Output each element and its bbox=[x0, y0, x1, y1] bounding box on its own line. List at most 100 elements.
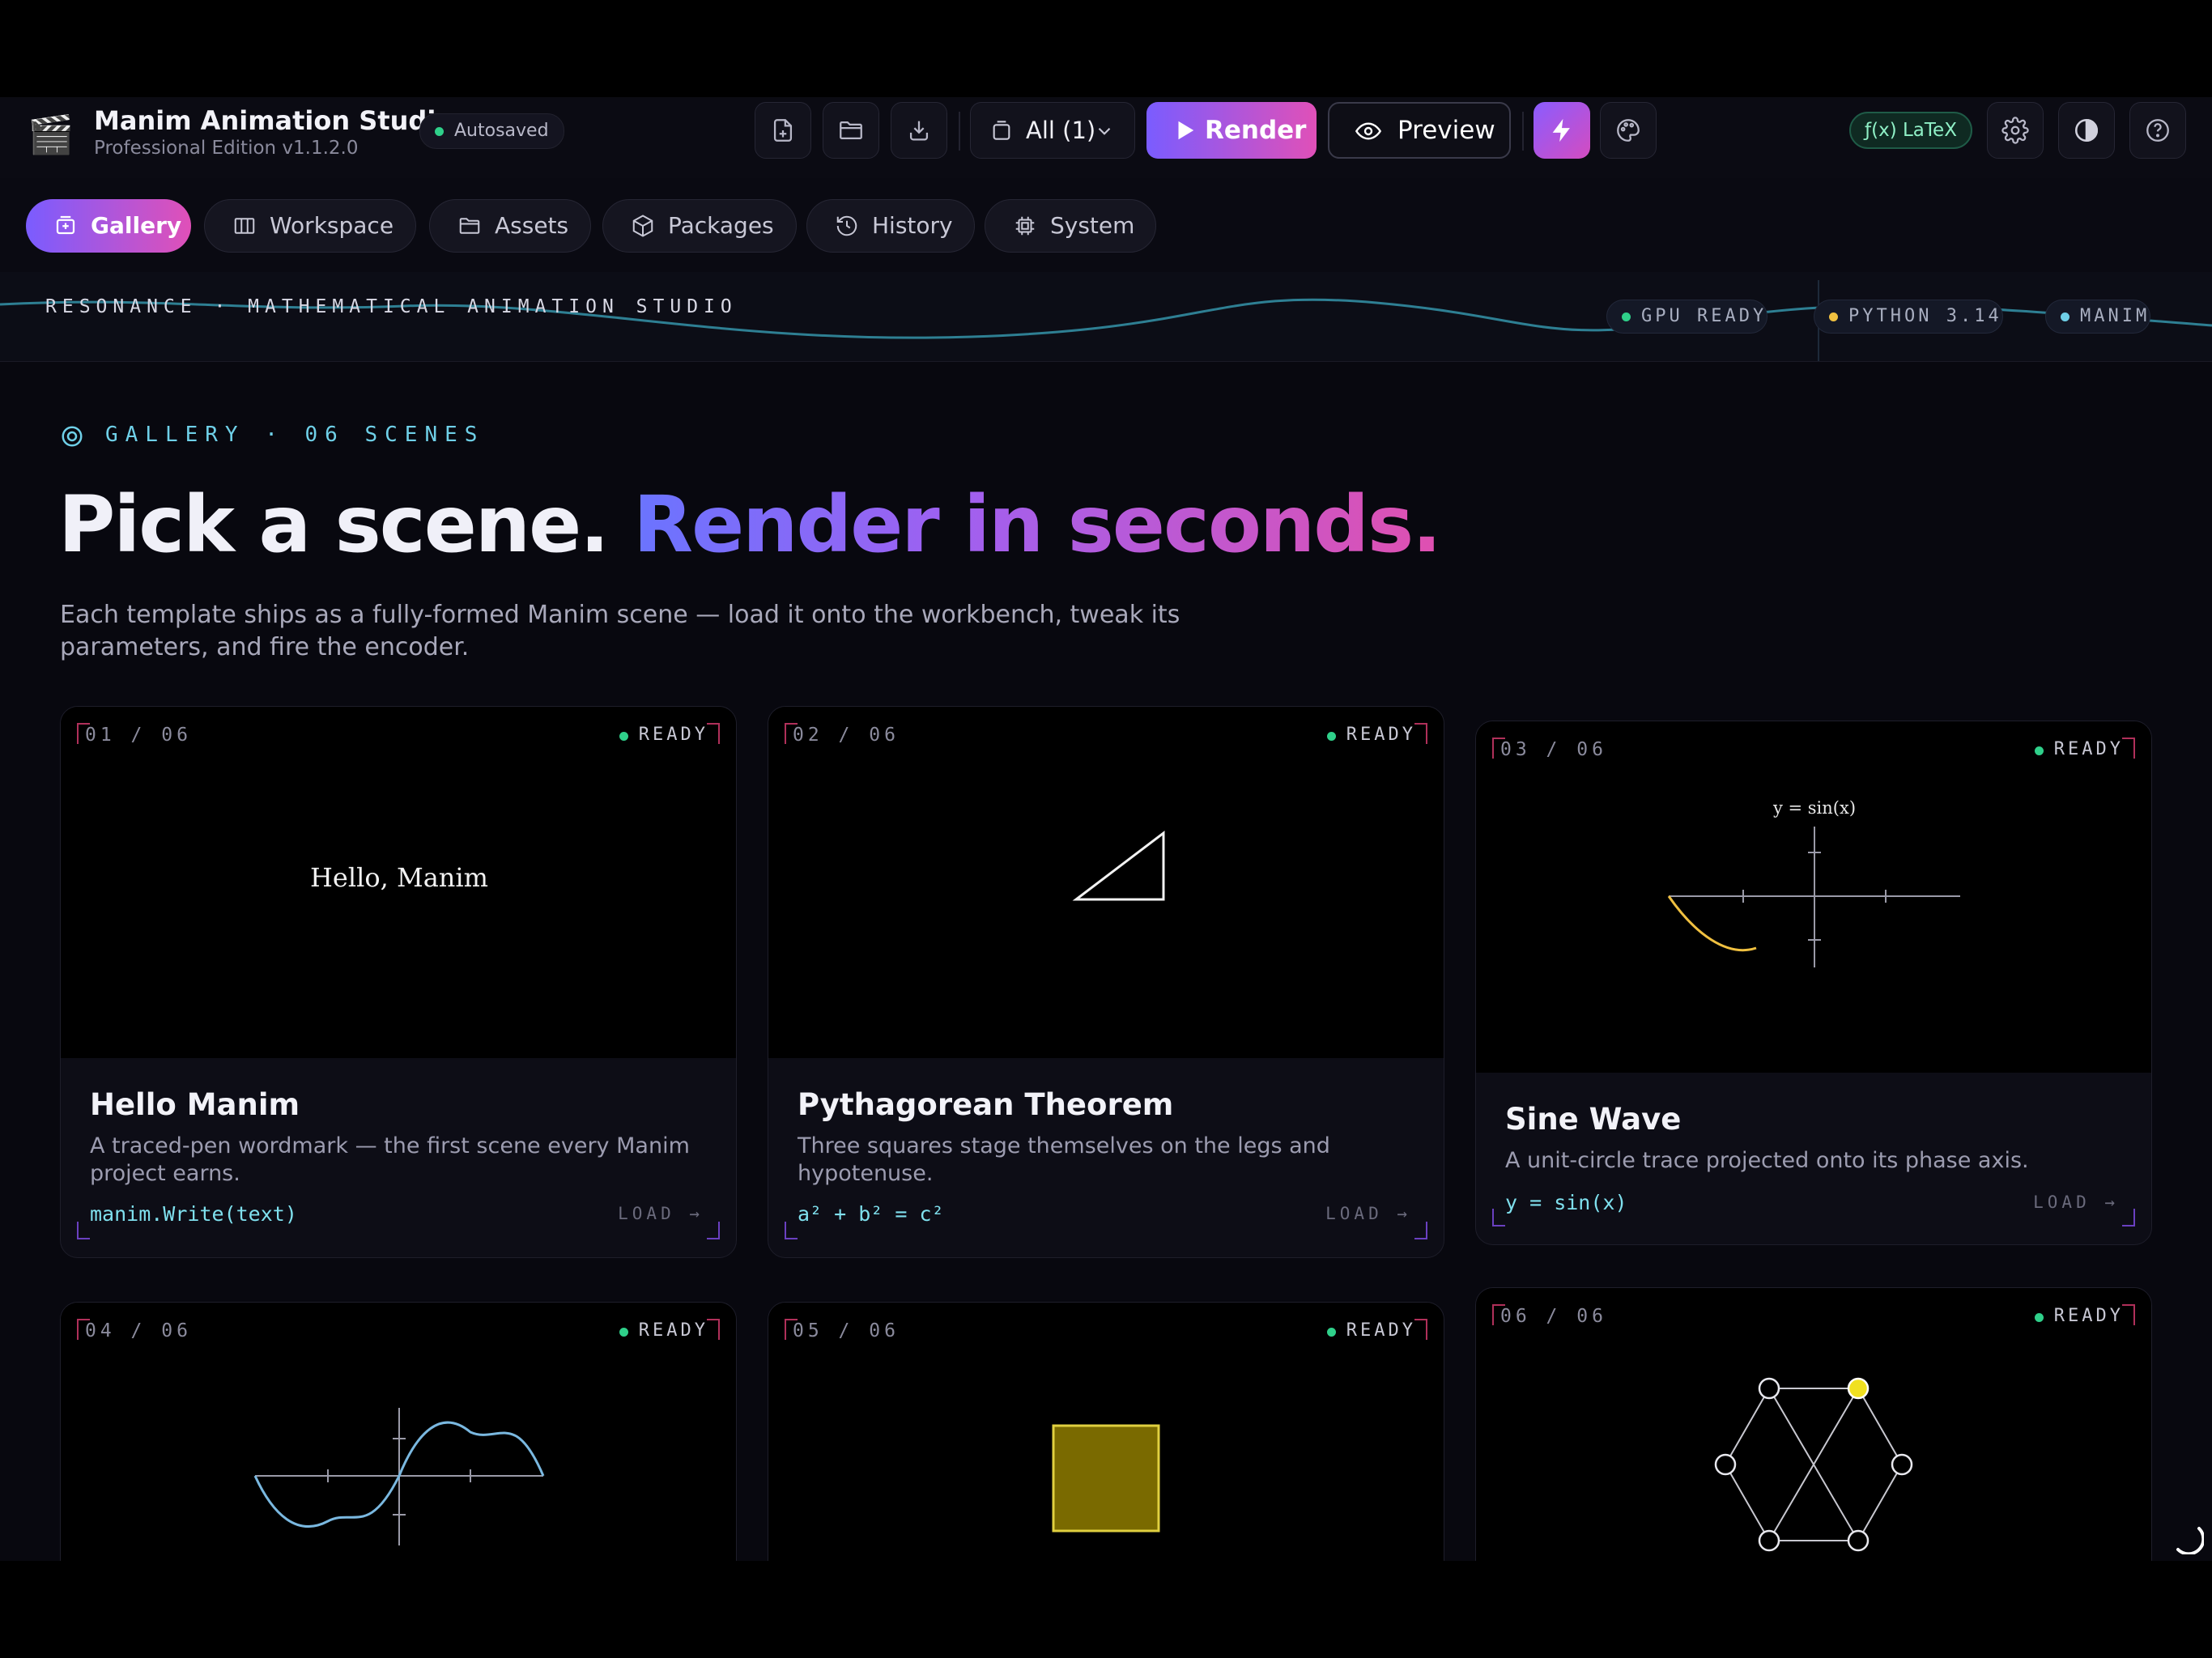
render-button[interactable]: Render bbox=[1146, 102, 1317, 159]
scene-preview-art bbox=[1714, 1377, 1913, 1552]
status-dot bbox=[2061, 312, 2069, 321]
contrast-toggle-button[interactable] bbox=[2058, 102, 2115, 159]
scene-index: 02 / 06 bbox=[793, 725, 900, 746]
scene-preview bbox=[768, 707, 1444, 1058]
gpu-status-label: GPU READY bbox=[1641, 306, 1767, 326]
help-button[interactable] bbox=[2129, 102, 2186, 159]
save-button[interactable] bbox=[891, 102, 947, 159]
frame-corner bbox=[1414, 1319, 1427, 1340]
columns-icon bbox=[234, 218, 255, 234]
sine-trace bbox=[1667, 895, 1757, 952]
status-dot bbox=[435, 127, 444, 136]
load-button[interactable]: LOAD → bbox=[618, 1204, 704, 1223]
status-badge: READY bbox=[2034, 739, 2124, 759]
tab-workspace[interactable]: Workspace bbox=[204, 199, 416, 253]
tab-gallery[interactable]: Gallery bbox=[26, 199, 191, 253]
open-folder-button[interactable] bbox=[823, 102, 879, 159]
studio-banner: RESONANCE · MATHEMATICAL ANIMATION STUDI… bbox=[0, 272, 2212, 362]
top-bar: 🎬 Manim Animation Studio Professional Ed… bbox=[0, 97, 2212, 179]
frame-corner bbox=[1492, 1209, 1505, 1226]
theme-palette-button[interactable] bbox=[1600, 102, 1657, 159]
quick-render-button[interactable] bbox=[1534, 102, 1590, 159]
app-edition: Professional Edition v1.1.2.0 bbox=[94, 138, 359, 159]
scene-code-snippet: manim.Write(text) bbox=[90, 1202, 297, 1226]
status-label: READY bbox=[1346, 1320, 1416, 1341]
scene-card-sine-wave[interactable]: y = sin(x) 03 / 06 READY Sine Wave A uni… bbox=[1475, 721, 2152, 1245]
package-icon bbox=[632, 215, 653, 237]
status-dot bbox=[1622, 312, 1631, 321]
latex-badge[interactable]: ƒ(x) LaTeX bbox=[1849, 112, 1972, 149]
tab-system[interactable]: System bbox=[985, 199, 1156, 253]
eye-icon bbox=[1355, 122, 1382, 140]
tab-history[interactable]: History bbox=[806, 199, 975, 253]
scene-card-hello-manim[interactable]: Hello, Manim 01 / 06 READY Hello Manim A… bbox=[60, 706, 737, 1258]
frame-corner bbox=[2122, 1209, 2135, 1226]
scene-preview: y = sin(x) bbox=[1476, 721, 2151, 1073]
frame-corner bbox=[1414, 723, 1427, 744]
scene-filter-dropdown[interactable]: All (1) bbox=[970, 102, 1135, 159]
title-accent: Render in seconds. bbox=[633, 479, 1441, 570]
scene-index: 05 / 06 bbox=[793, 1320, 900, 1341]
scene-title: Sine Wave bbox=[1505, 1102, 1682, 1137]
scene-description: Three squares stage themselves on the le… bbox=[798, 1133, 1330, 1186]
frame-corner bbox=[2122, 1304, 2135, 1325]
status-dot bbox=[1326, 732, 1336, 741]
status-label: READY bbox=[2053, 1306, 2124, 1326]
title-plain: Pick a scene. bbox=[58, 479, 610, 570]
folder-icon bbox=[840, 121, 862, 140]
scene-card-05[interactable]: 05 / 06 READY bbox=[768, 1302, 1444, 1561]
scene-card-04[interactable]: 04 / 06 READY bbox=[60, 1302, 737, 1561]
autosave-badge: Autosaved bbox=[419, 113, 564, 149]
banner-tagline: RESONANCE · MATHEMATICAL ANIMATION STUDI… bbox=[45, 296, 738, 317]
scene-card-06[interactable]: 06 / 06 READY bbox=[1475, 1287, 2152, 1561]
page-title: Pick a scene. Render in seconds. bbox=[58, 476, 1442, 573]
chip-icon bbox=[1015, 216, 1035, 236]
page-description: Each template ships as a fully-formed Ma… bbox=[60, 601, 1180, 661]
square-shape bbox=[1052, 1424, 1160, 1533]
frame-corner bbox=[2122, 738, 2135, 759]
preview-label: Preview bbox=[1397, 116, 1495, 145]
folder-icon bbox=[459, 218, 480, 234]
frame-corner bbox=[707, 1319, 720, 1340]
tab-label: History bbox=[872, 212, 953, 239]
python-status-pill: PYTHON 3.14 bbox=[1814, 300, 2003, 334]
play-icon bbox=[1178, 121, 1194, 140]
file-plus-icon bbox=[773, 119, 793, 142]
preview-equation: y = sin(x) bbox=[1772, 798, 1856, 818]
scene-index: 03 / 06 bbox=[1500, 739, 1607, 760]
palette-icon bbox=[1617, 119, 1640, 142]
preview-wordmark: Hello, Manim bbox=[310, 862, 488, 893]
scene-preview bbox=[1476, 1288, 2151, 1561]
tab-label: Packages bbox=[668, 212, 774, 239]
tab-assets[interactable]: Assets bbox=[429, 199, 591, 253]
history-icon bbox=[836, 215, 857, 236]
status-dot bbox=[1829, 312, 1838, 321]
main-tabs: Gallery Workspace Assets Packages Histor… bbox=[0, 178, 2212, 272]
scene-preview: Hello, Manim bbox=[61, 707, 736, 1058]
loading-spinner-icon bbox=[2176, 1527, 2204, 1554]
status-dot bbox=[619, 1328, 628, 1337]
status-dot bbox=[2034, 1313, 2044, 1322]
frame-corner bbox=[77, 1222, 90, 1239]
frame-corner bbox=[707, 1222, 720, 1239]
scene-title: Pythagorean Theorem bbox=[798, 1087, 1174, 1122]
toolbar-divider bbox=[959, 112, 960, 151]
help-icon bbox=[2146, 119, 2169, 142]
app-window: 🎬 Manim Animation Studio Professional Ed… bbox=[0, 97, 2212, 1561]
manim-status-label: MANIM bbox=[2080, 306, 2150, 326]
scene-card-pythagorean[interactable]: 02 / 06 READY Pythagorean Theorem Three … bbox=[768, 706, 1444, 1258]
settings-button[interactable] bbox=[1987, 102, 2044, 159]
status-label: READY bbox=[1346, 725, 1416, 745]
tab-packages[interactable]: Packages bbox=[602, 199, 797, 253]
load-button[interactable]: LOAD → bbox=[2033, 1192, 2119, 1212]
status-badge: READY bbox=[1326, 1320, 1416, 1341]
gpu-status-pill: GPU READY bbox=[1606, 300, 1768, 334]
load-button[interactable]: LOAD → bbox=[1325, 1204, 1411, 1223]
status-dot bbox=[1326, 1328, 1336, 1337]
new-file-button[interactable] bbox=[755, 102, 811, 159]
scene-index: 01 / 06 bbox=[85, 725, 192, 746]
gallery-section-label: GALLERY · 06 SCENES bbox=[105, 423, 485, 447]
tab-label: Assets bbox=[495, 212, 569, 239]
gallery-icon bbox=[56, 215, 75, 235]
preview-button[interactable]: Preview bbox=[1328, 102, 1511, 159]
